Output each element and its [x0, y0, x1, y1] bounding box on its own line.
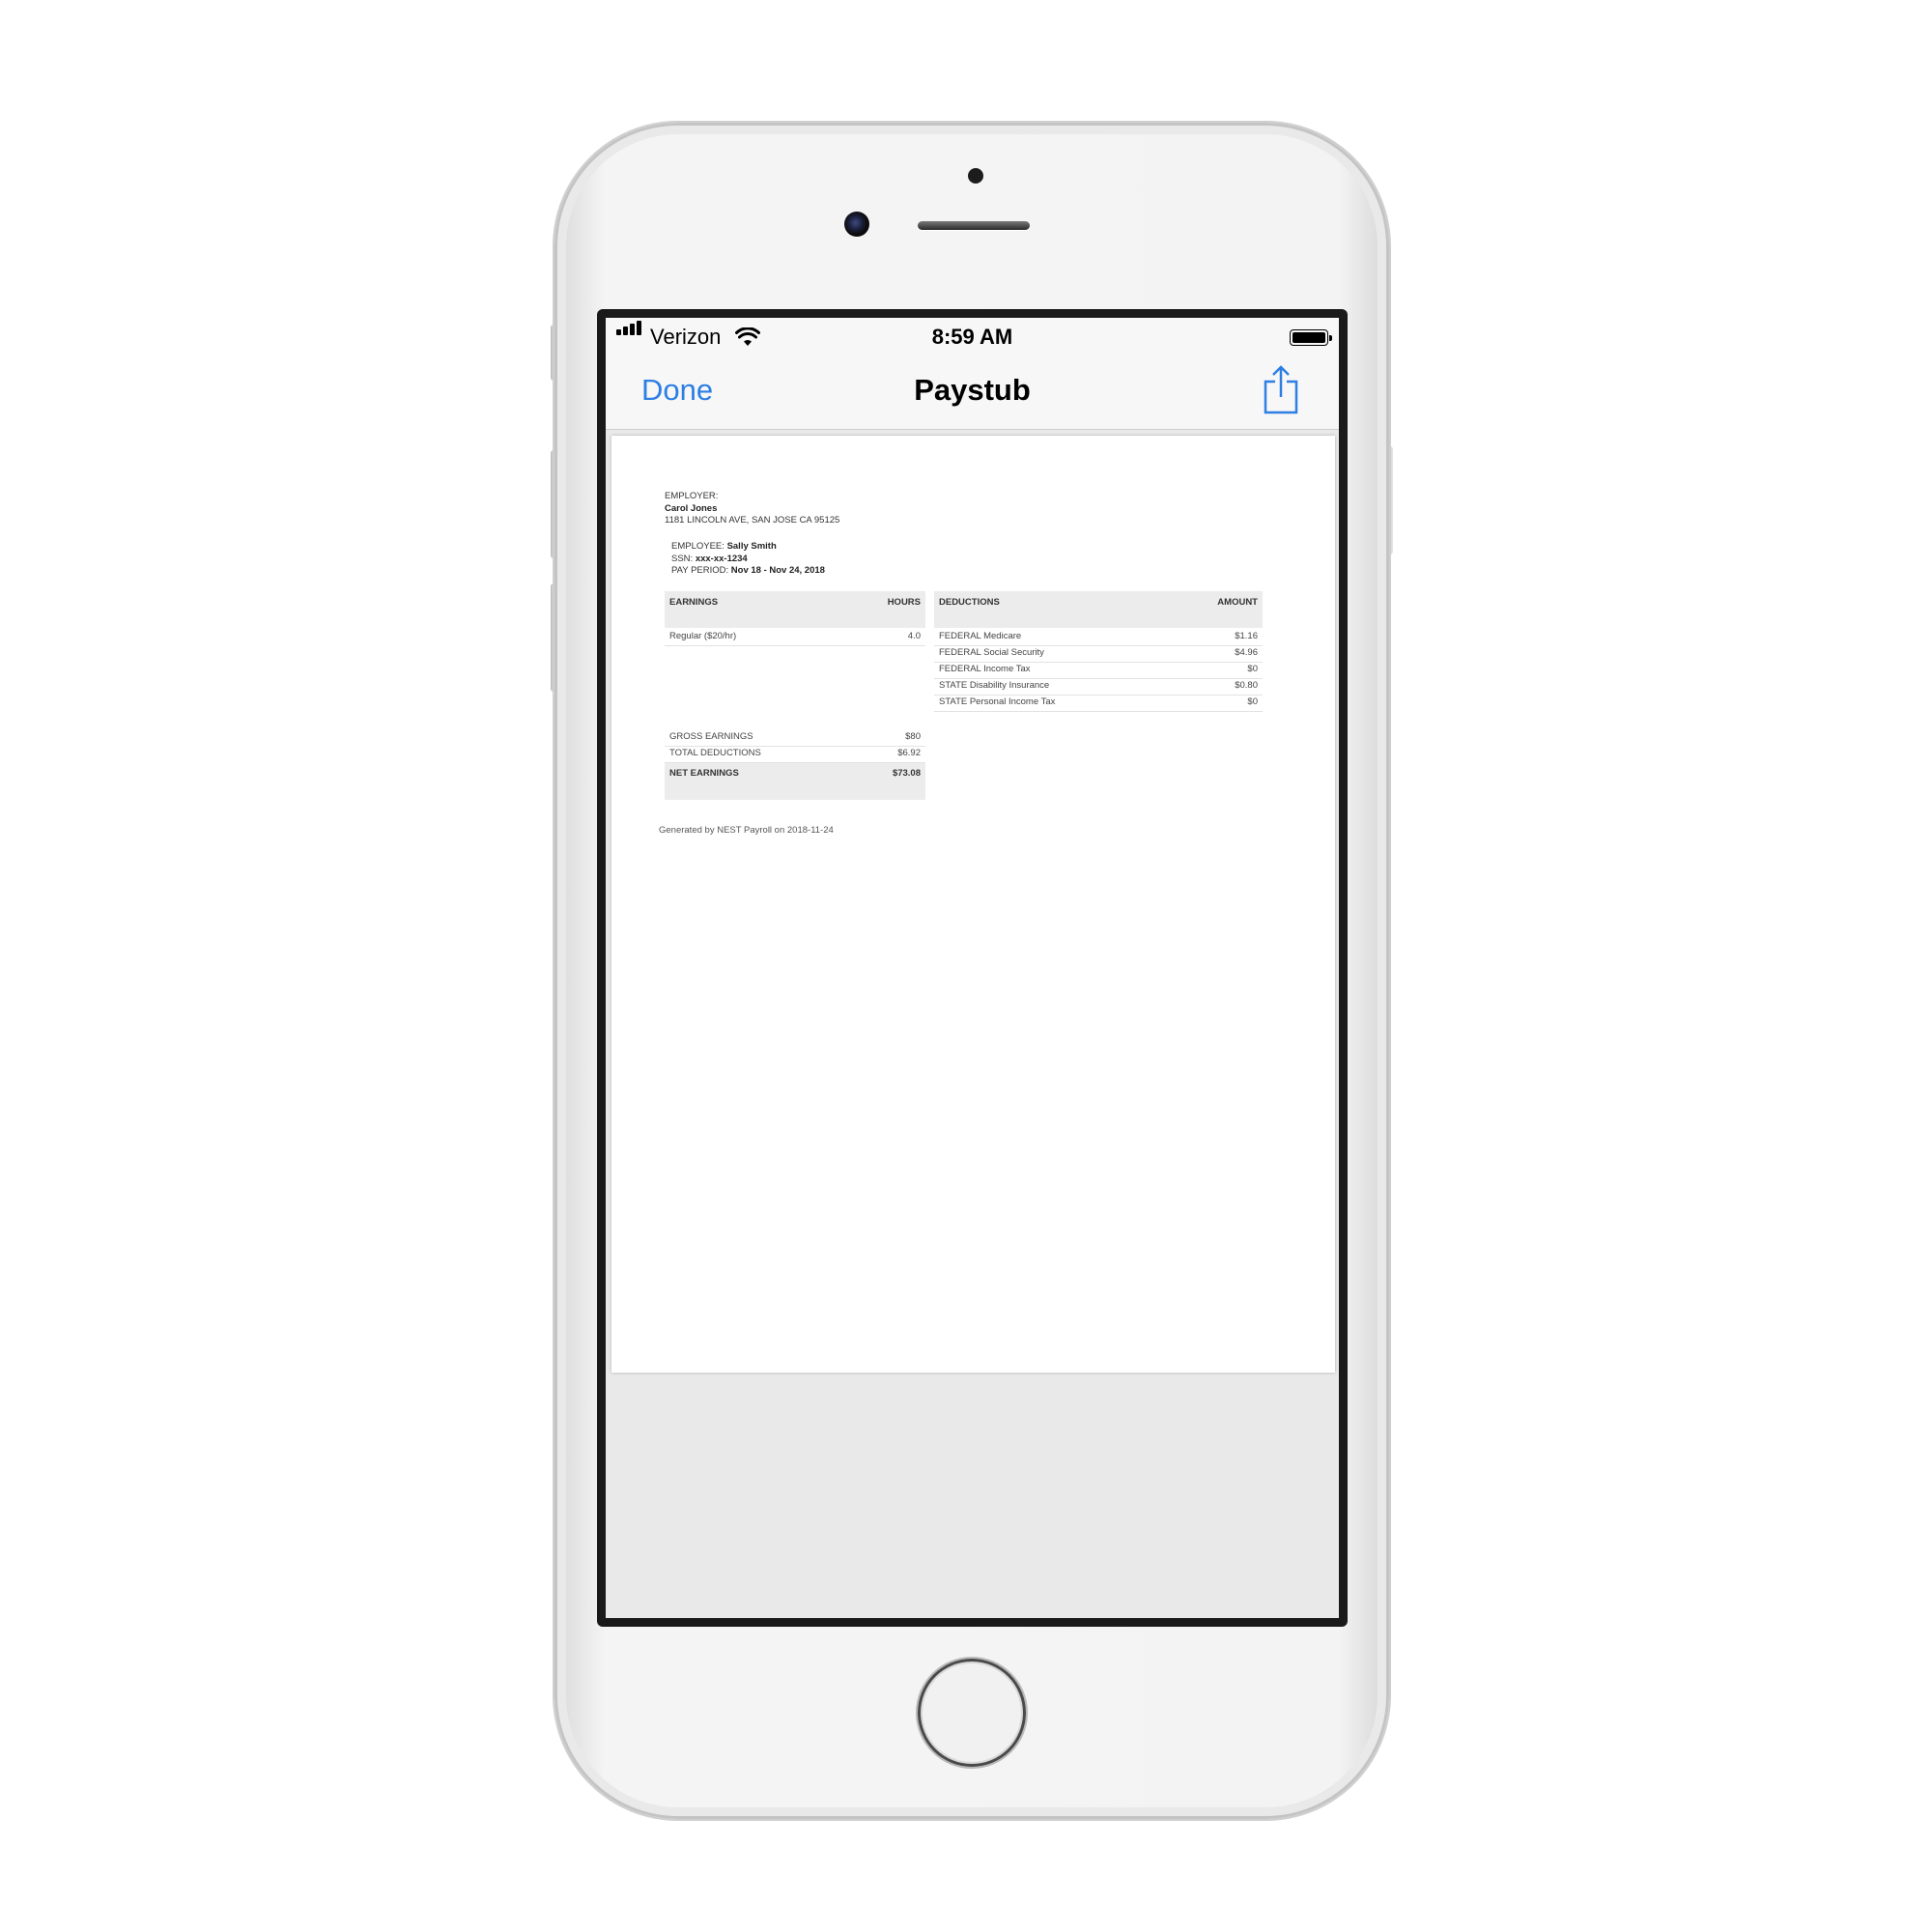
- pay-period-line: PAY PERIOD: Nov 18 - Nov 24, 2018: [671, 565, 825, 576]
- front-camera: [844, 212, 869, 237]
- earnings-table: EARNINGS HOURS Regular ($20/hr) 4.0: [665, 591, 925, 649]
- home-button[interactable]: [918, 1659, 1026, 1767]
- deductions-column-header: DEDUCTIONS: [939, 597, 1000, 608]
- table-row: FEDERAL Social Security $4.96: [934, 645, 1263, 663]
- page-title: Paystub: [914, 373, 1031, 407]
- navigation-bar: Done Paystub: [606, 356, 1339, 430]
- employer-label: EMPLOYER:: [665, 491, 719, 501]
- document-footer: Generated by NEST Payroll on 2018-11-24: [659, 825, 834, 836]
- table-row: FEDERAL Income Tax $0: [934, 662, 1263, 679]
- totals-table: GROSS EARNINGS $80 TOTAL DEDUCTIONS $6.92 …: [665, 729, 925, 816]
- proximity-sensor: [968, 168, 983, 184]
- employee-line: EMPLOYEE: Sally Smith: [671, 541, 777, 552]
- paystub-document: EMPLOYER: Carol Jones 1181 LINCOLN AVE, …: [611, 436, 1335, 1373]
- employer-block: EMPLOYER: Carol Jones 1181 LINCOLN AVE, …: [665, 491, 839, 527]
- battery-icon: [1290, 329, 1332, 346]
- table-row: FEDERAL Medicare $1.16: [934, 629, 1263, 646]
- table-row: STATE Personal Income Tax $0: [934, 695, 1263, 712]
- status-bar: Verizon 8:59 AM: [606, 318, 1339, 356]
- total-deductions-row: TOTAL DEDUCTIONS $6.92: [665, 746, 925, 763]
- deductions-header: DEDUCTIONS AMOUNT: [934, 591, 1263, 628]
- hours-column-header: HOURS: [887, 597, 921, 608]
- clock: 8:59 AM: [931, 325, 1013, 349]
- table-row: Regular ($20/hr) 4.0: [665, 629, 925, 646]
- deductions-table: DEDUCTIONS AMOUNT FEDERAL Medicare $1.16 …: [934, 591, 1263, 726]
- employer-address: 1181 LINCOLN AVE, SAN JOSE CA 95125: [665, 515, 840, 526]
- employer-name: Carol Jones: [665, 502, 718, 514]
- amount-column-header: AMOUNT: [1217, 597, 1258, 608]
- earnings-column-header: EARNINGS: [669, 597, 719, 608]
- share-icon[interactable]: [1262, 362, 1300, 416]
- display: Verizon 8:59 AM Done Paystub EMPLOYER: C…: [606, 318, 1339, 1618]
- table-row: STATE Disability Insurance $0.80: [934, 678, 1263, 696]
- employee-block: EMPLOYEE: Sally Smith SSN: xxx-xx-1234 P…: [671, 541, 825, 578]
- ssn-line: SSN: xxx-xx-1234: [671, 553, 748, 564]
- gross-earnings-row: GROSS EARNINGS $80: [665, 729, 925, 747]
- net-earnings-row: NET EARNINGS $73.08: [665, 763, 925, 800]
- earpiece-speaker: [918, 221, 1030, 230]
- earnings-header: EARNINGS HOURS: [665, 591, 925, 628]
